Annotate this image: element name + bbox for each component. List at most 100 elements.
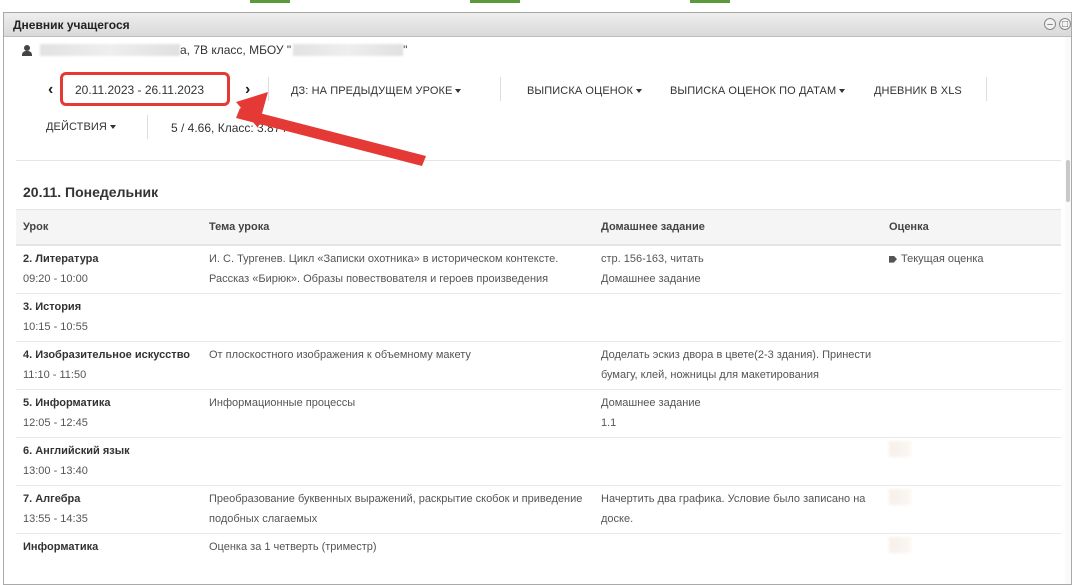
lesson-cell: 7. Алгебра 13:55 - 14:35 bbox=[16, 485, 202, 534]
table-header-row: Урок Тема урока Домашнее задание Оценка bbox=[16, 209, 1061, 246]
section-divider bbox=[16, 160, 1061, 161]
homework-text: 1.1 bbox=[601, 417, 617, 429]
table-row: 7. Алгебра 13:55 - 14:35 Преобразование б… bbox=[16, 485, 1061, 534]
table-row: 2. Литература 09:20 - 10:00 И. С. Тургене… bbox=[16, 244, 1061, 294]
menu-homework-mode-label: ДЗ: НА ПРЕДЫДУЩЕМ УРОКЕ bbox=[291, 85, 453, 97]
lesson-name[interactable]: 2. Литература bbox=[23, 253, 99, 265]
divider bbox=[147, 115, 148, 139]
topic-cell: От плоскостного изображения к объемному … bbox=[202, 341, 594, 390]
vertical-scrollbar[interactable] bbox=[1065, 37, 1071, 584]
table-row: 5. Информатика 12:05 - 12:45 Информационн… bbox=[16, 389, 1061, 438]
menu-grades-extract-label: ВЫПИСКА ОЦЕНОК bbox=[527, 85, 633, 97]
grade-cell bbox=[882, 341, 1061, 390]
user-icon bbox=[22, 44, 32, 56]
strip-fragment bbox=[250, 0, 290, 3]
scrollbar-thumb[interactable] bbox=[1066, 160, 1070, 202]
lesson-cell: 6. Английский язык 13:00 - 13:40 bbox=[16, 437, 202, 486]
day-title: 20.11. Понедельник bbox=[23, 184, 159, 200]
topic-cell: Оценка за 1 четверть (триместр) bbox=[202, 533, 594, 564]
lesson-name[interactable]: 4. Изобразительное искусство bbox=[23, 349, 190, 361]
divider bbox=[986, 77, 987, 101]
lesson-time: 10:15 - 10:55 bbox=[23, 321, 88, 333]
homework-cell bbox=[594, 533, 882, 564]
topic-cell: И. С. Тургенев. Цикл «Записки охотника» … bbox=[202, 244, 594, 294]
table-row: 4. Изобразительное искусство 11:10 - 11:5… bbox=[16, 341, 1061, 390]
lesson-name[interactable]: 7. Алгебра bbox=[23, 493, 80, 505]
lesson-time: 11:10 - 11:50 bbox=[23, 369, 87, 381]
window-titlebar[interactable]: Дневник учащегося – □ bbox=[4, 13, 1071, 37]
window-title: Дневник учащегося bbox=[13, 17, 130, 32]
student-info: а, 7В класс, МБОУ " " bbox=[22, 43, 407, 57]
menu-actions[interactable]: ДЕЙСТВИЯ bbox=[46, 121, 116, 133]
caret-down-icon bbox=[109, 125, 116, 130]
redacted-name bbox=[40, 44, 180, 56]
redacted-grade bbox=[889, 489, 911, 505]
homework-link[interactable]: Домашнее задание bbox=[601, 397, 701, 409]
grade-cell bbox=[882, 533, 1061, 564]
grade-cell bbox=[882, 389, 1061, 438]
menu-actions-label: ДЕЙСТВИЯ bbox=[46, 121, 107, 133]
window-content: а, 7В класс, МБОУ " " ‹ 20.11.2023 - 26.… bbox=[16, 37, 1061, 584]
header-homework: Домашнее задание bbox=[594, 209, 882, 246]
next-week-icon[interactable]: › bbox=[245, 81, 250, 99]
prev-week-icon[interactable]: ‹ bbox=[48, 81, 53, 99]
minimize-icon[interactable]: – bbox=[1044, 18, 1056, 30]
toolbar: ‹ 20.11.2023 - 26.11.2023 › ДЗ: НА ПРЕДЫ… bbox=[16, 71, 1061, 161]
grade-cell bbox=[882, 485, 1061, 534]
redacted-grade bbox=[889, 537, 911, 553]
lesson-time: 13:00 - 13:40 bbox=[23, 465, 88, 477]
menu-diary-xls[interactable]: ДНЕВНИК В XLS bbox=[874, 85, 962, 97]
grade-stats: 5 / 4.66, Класс: 3.87 / 3. bbox=[171, 121, 301, 135]
lesson-time: 13:55 - 14:35 bbox=[23, 513, 88, 525]
topic-cell: Преобразование буквенных выражений, раск… bbox=[202, 485, 594, 534]
strip-fragment bbox=[470, 0, 520, 3]
redacted-grade bbox=[889, 441, 911, 457]
homework-cell: Доделать эскиз двора в цвете(2-3 здания)… bbox=[594, 341, 882, 390]
grade-label: Текущая оценка bbox=[901, 253, 984, 265]
grade-cell bbox=[882, 437, 1061, 486]
lessons-table: Урок Тема урока Домашнее задание Оценка … bbox=[16, 209, 1061, 564]
lesson-cell: 4. Изобразительное искусство 11:10 - 11:5… bbox=[16, 341, 202, 390]
grade-cell[interactable]: Текущая оценка bbox=[882, 244, 1061, 294]
lesson-cell: Информатика bbox=[16, 533, 202, 564]
lesson-cell: 3. История 10:15 - 10:55 bbox=[16, 293, 202, 342]
homework-cell bbox=[594, 293, 882, 342]
caret-down-icon bbox=[455, 89, 462, 94]
table-row: 6. Английский язык 13:00 - 13:40 bbox=[16, 437, 1061, 486]
table-row: 3. История 10:15 - 10:55 bbox=[16, 293, 1061, 342]
header-topic: Тема урока bbox=[202, 209, 594, 246]
homework-cell bbox=[594, 437, 882, 486]
menu-diary-xls-label: ДНЕВНИК В XLS bbox=[874, 85, 962, 97]
homework-cell: Начертить два графика. Условие было запи… bbox=[594, 485, 882, 534]
lesson-name[interactable]: 3. История bbox=[23, 301, 81, 313]
menu-grades-by-date[interactable]: ВЫПИСКА ОЦЕНОК ПО ДАТАМ bbox=[670, 85, 846, 97]
lesson-cell: 2. Литература 09:20 - 10:00 bbox=[16, 244, 202, 294]
highlight-box bbox=[60, 72, 230, 106]
student-info-end: " bbox=[403, 43, 408, 57]
header-lesson: Урок bbox=[16, 209, 202, 246]
restore-icon[interactable]: □ bbox=[1059, 18, 1071, 30]
topic-cell bbox=[202, 293, 594, 342]
student-class: а, 7В класс, МБОУ " bbox=[180, 43, 292, 57]
table-row: Информатика Оценка за 1 четверть (тримес… bbox=[16, 533, 1061, 564]
lesson-name[interactable]: Информатика bbox=[23, 541, 98, 553]
topic-cell bbox=[202, 437, 594, 486]
window-controls: – □ bbox=[1044, 18, 1071, 30]
lesson-time: 12:05 - 12:45 bbox=[23, 417, 88, 429]
grade-cell bbox=[882, 293, 1061, 342]
homework-link[interactable]: Домашнее задание bbox=[601, 273, 701, 285]
menu-grades-by-date-label: ВЫПИСКА ОЦЕНОК ПО ДАТАМ bbox=[670, 85, 837, 97]
lesson-name[interactable]: 5. Информатика bbox=[23, 397, 110, 409]
diary-window: Дневник учащегося – □ а, 7В класс, МБОУ … bbox=[3, 12, 1072, 585]
homework-cell: Домашнее задание 1.1 bbox=[594, 389, 882, 438]
menu-grades-extract[interactable]: ВЫПИСКА ОЦЕНОК bbox=[527, 85, 642, 97]
homework-text: стр. 156-163, читать bbox=[601, 253, 704, 265]
menu-homework-mode[interactable]: ДЗ: НА ПРЕДЫДУЩЕМ УРОКЕ bbox=[291, 85, 462, 97]
header-grade: Оценка bbox=[882, 209, 1061, 246]
topic-cell: Информационные процессы bbox=[202, 389, 594, 438]
lesson-time: 09:20 - 10:00 bbox=[23, 273, 88, 285]
lesson-name[interactable]: 6. Английский язык bbox=[23, 445, 130, 457]
homework-cell: стр. 156-163, читать Домашнее задание bbox=[594, 244, 882, 294]
tag-icon bbox=[889, 255, 897, 263]
redacted-school bbox=[293, 44, 404, 56]
